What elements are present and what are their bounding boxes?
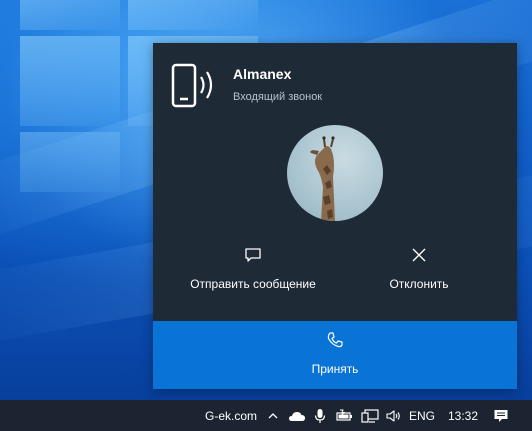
wallpaper-window-pane: [20, 0, 120, 30]
microphone-button[interactable]: [310, 400, 330, 431]
taskbar: G-ek.com ENG 13:32: [0, 400, 532, 431]
decline-label: Отклонить: [389, 277, 449, 291]
language-indicator[interactable]: ENG: [406, 400, 438, 431]
close-icon: [412, 248, 426, 262]
accept-button[interactable]: Принять: [153, 321, 517, 389]
chat-bubble-icon: [245, 248, 261, 262]
battery-icon: [336, 409, 352, 421]
incoming-call-notification: Almanex Входящий звонок Отправить сообще…: [153, 43, 517, 389]
volume-button[interactable]: [382, 400, 406, 431]
action-center-icon: [494, 409, 508, 422]
microphone-icon: [314, 408, 326, 423]
caller-avatar: [287, 125, 383, 221]
caller-name: Almanex: [233, 66, 292, 82]
send-message-button[interactable]: Отправить сообщение: [183, 245, 323, 293]
volume-icon: [386, 409, 400, 422]
phone-ringing-icon: [171, 63, 213, 108]
onedrive-cloud-icon: [289, 411, 305, 421]
giraffe-photo: [310, 136, 335, 221]
action-center-button[interactable]: [488, 400, 514, 431]
network-button[interactable]: [358, 400, 382, 431]
phone-icon: [327, 332, 343, 348]
chevron-up-icon: [268, 412, 278, 418]
wallpaper-window-pane: [20, 132, 120, 192]
call-status: Входящий звонок: [233, 91, 323, 103]
battery-button[interactable]: [332, 400, 356, 431]
taskbar-site-label: G-ek.com: [204, 408, 257, 423]
accept-label: Принять: [311, 362, 359, 376]
wallpaper-window-pane: [128, 0, 258, 30]
show-hidden-icons-button[interactable]: [264, 400, 282, 431]
wallpaper-window-pane: [20, 36, 120, 126]
onedrive-button[interactable]: [286, 400, 308, 431]
network-icon: [361, 408, 379, 423]
clock[interactable]: 13:32: [444, 400, 482, 431]
decline-button[interactable]: Отклонить: [369, 245, 469, 293]
send-message-label: Отправить сообщение: [190, 277, 316, 291]
